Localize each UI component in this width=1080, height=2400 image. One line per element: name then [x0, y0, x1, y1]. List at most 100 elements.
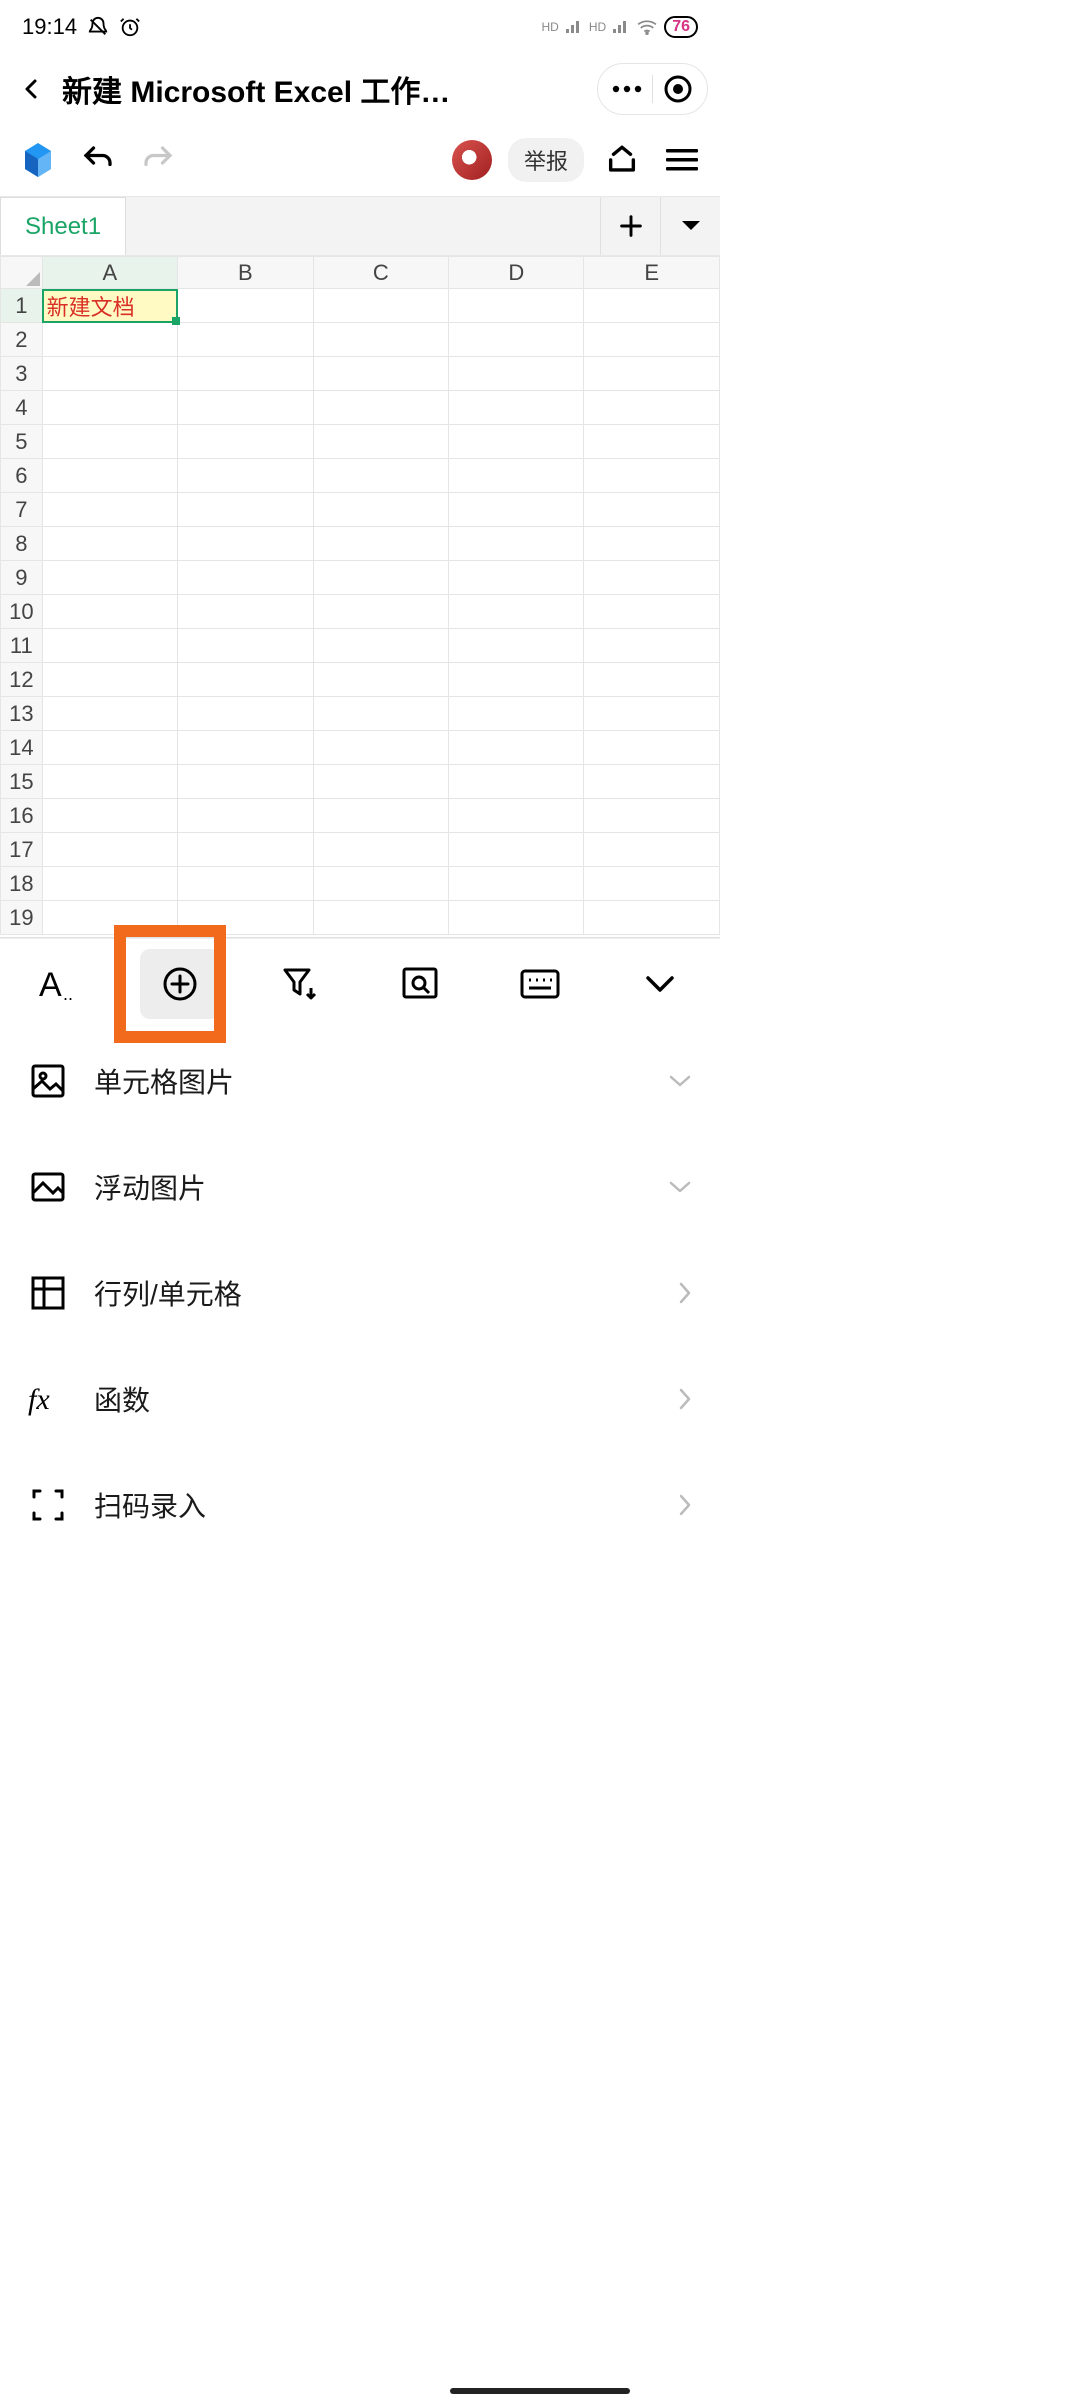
cell[interactable]: [313, 391, 448, 425]
cell[interactable]: [584, 459, 720, 493]
menu-item[interactable]: 扫码录入: [0, 1452, 720, 1558]
cell[interactable]: [449, 731, 584, 765]
redo-button[interactable]: [136, 138, 180, 182]
cell[interactable]: [449, 663, 584, 697]
cell[interactable]: [313, 595, 448, 629]
cell[interactable]: [42, 663, 177, 697]
cell[interactable]: [313, 833, 448, 867]
cell[interactable]: [42, 527, 177, 561]
cell[interactable]: [178, 663, 313, 697]
cell[interactable]: [584, 901, 720, 935]
cell[interactable]: [584, 357, 720, 391]
cell[interactable]: [584, 629, 720, 663]
cell[interactable]: [584, 731, 720, 765]
cell[interactable]: [449, 527, 584, 561]
cell[interactable]: [584, 527, 720, 561]
cell[interactable]: [178, 833, 313, 867]
cell[interactable]: [313, 901, 448, 935]
cell[interactable]: [449, 629, 584, 663]
find-tab[interactable]: [380, 949, 460, 1019]
cell[interactable]: [42, 357, 177, 391]
cell[interactable]: [313, 527, 448, 561]
column-header[interactable]: D: [449, 257, 584, 289]
cell[interactable]: [584, 289, 720, 323]
cell[interactable]: [449, 799, 584, 833]
row-header[interactable]: 14: [1, 731, 43, 765]
row-header[interactable]: 16: [1, 799, 43, 833]
cell[interactable]: [584, 561, 720, 595]
cell[interactable]: [178, 493, 313, 527]
cell[interactable]: [42, 459, 177, 493]
undo-button[interactable]: [76, 138, 120, 182]
cell[interactable]: [449, 561, 584, 595]
cell[interactable]: [42, 493, 177, 527]
cell[interactable]: [42, 595, 177, 629]
cell[interactable]: [313, 799, 448, 833]
cell[interactable]: [449, 765, 584, 799]
cell[interactable]: [42, 731, 177, 765]
cell[interactable]: [584, 765, 720, 799]
cell[interactable]: 新建文档: [42, 289, 177, 323]
cell[interactable]: [178, 629, 313, 663]
cell[interactable]: [42, 833, 177, 867]
menu-item[interactable]: fx 函数: [0, 1346, 720, 1452]
cell[interactable]: [178, 697, 313, 731]
cell[interactable]: [584, 595, 720, 629]
cell[interactable]: [178, 901, 313, 935]
cell[interactable]: [313, 765, 448, 799]
record-button[interactable]: [657, 68, 699, 110]
cell[interactable]: [313, 425, 448, 459]
app-logo-icon[interactable]: [16, 138, 60, 182]
share-button[interactable]: [600, 138, 644, 182]
spreadsheet-grid[interactable]: ABCDE1新建文档2345678910111213141516171819: [0, 256, 720, 938]
cell[interactable]: [449, 595, 584, 629]
cell[interactable]: [584, 425, 720, 459]
row-header[interactable]: 3: [1, 357, 43, 391]
cell[interactable]: [178, 765, 313, 799]
filter-tab[interactable]: [260, 949, 340, 1019]
menu-item[interactable]: 浮动图片: [0, 1134, 720, 1240]
row-header[interactable]: 11: [1, 629, 43, 663]
cell[interactable]: [178, 799, 313, 833]
cell[interactable]: [449, 901, 584, 935]
add-sheet-button[interactable]: [600, 197, 660, 255]
cell[interactable]: [449, 391, 584, 425]
column-header[interactable]: B: [178, 257, 313, 289]
format-tab[interactable]: A..: [20, 949, 100, 1019]
sheet-tab-active[interactable]: Sheet1: [0, 197, 126, 255]
cell[interactable]: [313, 629, 448, 663]
cell[interactable]: [42, 765, 177, 799]
cell[interactable]: [313, 357, 448, 391]
cell[interactable]: [42, 867, 177, 901]
cell[interactable]: [178, 867, 313, 901]
cell[interactable]: [42, 629, 177, 663]
cell[interactable]: [42, 799, 177, 833]
sheet-dropdown-button[interactable]: [660, 197, 720, 255]
cell[interactable]: [313, 663, 448, 697]
user-avatar[interactable]: [452, 140, 492, 180]
cell[interactable]: [313, 459, 448, 493]
cell[interactable]: [313, 867, 448, 901]
cell[interactable]: [449, 425, 584, 459]
cell[interactable]: [42, 391, 177, 425]
cell[interactable]: [449, 459, 584, 493]
cell[interactable]: [449, 697, 584, 731]
cell[interactable]: [584, 663, 720, 697]
column-header[interactable]: E: [584, 257, 720, 289]
cell[interactable]: [584, 833, 720, 867]
cell[interactable]: [313, 697, 448, 731]
cell[interactable]: [584, 323, 720, 357]
keyboard-tab[interactable]: [500, 949, 580, 1019]
cell[interactable]: [449, 323, 584, 357]
row-header[interactable]: 1: [1, 289, 43, 323]
menu-item[interactable]: 单元格图片: [0, 1028, 720, 1134]
cell[interactable]: [584, 493, 720, 527]
back-button[interactable]: [12, 69, 52, 109]
cell[interactable]: [178, 527, 313, 561]
row-header[interactable]: 10: [1, 595, 43, 629]
row-header[interactable]: 4: [1, 391, 43, 425]
menu-button[interactable]: [660, 138, 704, 182]
report-button[interactable]: 举报: [508, 138, 584, 182]
cell[interactable]: [449, 493, 584, 527]
insert-tab[interactable]: [140, 949, 220, 1019]
